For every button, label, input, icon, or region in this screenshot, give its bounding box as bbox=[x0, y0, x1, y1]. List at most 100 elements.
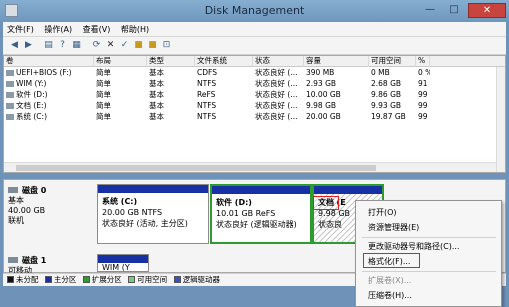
disk-0-label[interactable]: 磁盘 0 基本 40.00 GB 联机 bbox=[8, 186, 92, 226]
partition-c-name: 系统 (C:) bbox=[102, 197, 138, 206]
scroll-thumb[interactable] bbox=[16, 165, 376, 171]
volume-type: 基本 bbox=[149, 112, 164, 121]
volume-capacity: 20.00 GB bbox=[306, 112, 341, 121]
volume-filesystem: NTFS bbox=[197, 79, 217, 88]
partition-d-info: 软件 (D:) 10.01 GB ReFS 状态良好 (逻辑驱动器) bbox=[216, 197, 297, 230]
volume-filesystem: NTFS bbox=[197, 112, 217, 121]
volume-filesystem: CDFS bbox=[197, 68, 217, 77]
volume-type: 基本 bbox=[149, 90, 164, 99]
volume-type: 基本 bbox=[149, 101, 164, 110]
volume-list-vscrollbar[interactable] bbox=[496, 67, 505, 172]
disk-0-status: 联机 bbox=[8, 216, 24, 225]
menu-item-explorer[interactable]: 资源管理器(E) bbox=[368, 222, 419, 234]
back-icon[interactable]: ◀ bbox=[9, 40, 20, 51]
zoom-icon[interactable]: ⊡ bbox=[161, 40, 172, 51]
volume-percent: 91 bbox=[418, 79, 428, 88]
menu-separator bbox=[362, 237, 496, 238]
volume-free: 9.86 GB bbox=[371, 90, 402, 99]
col-volume[interactable]: 卷 bbox=[4, 56, 94, 67]
drive-icon bbox=[6, 114, 14, 120]
volume-row[interactable]: 软件 (D:) 简单 基本 ReFS 状态良好 (... 10.00 GB 9.… bbox=[4, 90, 505, 101]
help-icon[interactable]: ? bbox=[57, 40, 68, 51]
volume-capacity: 2.93 GB bbox=[306, 79, 337, 88]
minimize-button[interactable]: — bbox=[420, 3, 440, 18]
col-layout[interactable]: 布局 bbox=[94, 56, 147, 67]
volume-row[interactable]: UEFI+BIOS (F:) 简单 基本 CDFS 状态良好 (... 390 … bbox=[4, 68, 505, 79]
partition-y[interactable]: WIM (Y bbox=[97, 254, 149, 272]
highlight-format bbox=[363, 253, 420, 268]
folder-open-icon[interactable]: ■ bbox=[133, 40, 144, 51]
col-type[interactable]: 类型 bbox=[147, 56, 195, 67]
legend-swatch-primary bbox=[44, 276, 52, 283]
volume-name: WIM (Y:) bbox=[4, 79, 94, 90]
partition-c[interactable]: 系统 (C:) 20.00 GB NTFS 状态良好 (活动, 主分区) bbox=[97, 184, 209, 244]
title-bar: Disk Management — □ ✕ bbox=[0, 0, 509, 22]
volume-type: 基本 bbox=[149, 68, 164, 77]
legend-unallocated: 未分配 bbox=[16, 275, 39, 284]
maximize-button[interactable]: □ bbox=[444, 3, 464, 18]
volume-percent: 99 bbox=[418, 90, 428, 99]
legend-primary: 主分区 bbox=[53, 275, 77, 284]
legend-free: 可用空间 bbox=[137, 275, 168, 284]
menu-item-open[interactable]: 打开(O) bbox=[368, 207, 397, 219]
menu-action[interactable]: 操作(A) bbox=[40, 22, 76, 37]
toolbar: ◀ ▶ ▤ ? ▦ ⟳ ✕ ✓ ■ ■ ⊡ bbox=[3, 37, 506, 55]
volume-layout: 简单 bbox=[96, 68, 111, 77]
volume-list-hscrollbar[interactable] bbox=[4, 162, 496, 172]
volume-layout: 简单 bbox=[96, 112, 111, 121]
delete-icon[interactable]: ✕ bbox=[105, 40, 116, 51]
partition-d[interactable]: 软件 (D:) 10.01 GB ReFS 状态良好 (逻辑驱动器) bbox=[210, 184, 312, 244]
disk-icon bbox=[8, 187, 18, 193]
drive-icon bbox=[6, 81, 14, 87]
col-free-space[interactable]: 可用空间 bbox=[369, 56, 416, 67]
col-percent[interactable]: % bbox=[416, 56, 430, 67]
legend-swatch-unallocated bbox=[7, 276, 14, 283]
volume-name-text: WIM (Y:) bbox=[16, 79, 47, 88]
volume-filesystem: NTFS bbox=[197, 101, 217, 110]
check-icon[interactable]: ✓ bbox=[119, 40, 130, 51]
volume-free: 19.87 GB bbox=[371, 112, 406, 121]
volume-name: 软件 (D:) bbox=[4, 90, 94, 101]
folder-icon[interactable]: ■ bbox=[147, 40, 158, 51]
menu-view[interactable]: 查看(V) bbox=[79, 22, 115, 37]
refresh-2-icon[interactable]: ⟳ bbox=[91, 40, 102, 51]
legend-logical: 逻辑驱动器 bbox=[182, 275, 221, 284]
volume-name: UEFI+BIOS (F:) bbox=[4, 68, 94, 79]
legend-swatch-free bbox=[128, 276, 136, 283]
partition-band bbox=[98, 185, 208, 193]
highlight-partition-e bbox=[313, 196, 339, 210]
volume-name-text: 软件 (D:) bbox=[16, 90, 48, 99]
volume-layout: 简单 bbox=[96, 90, 111, 99]
col-status[interactable]: 状态 bbox=[253, 56, 304, 67]
col-capacity[interactable]: 容量 bbox=[304, 56, 369, 67]
volume-status: 状态良好 (... bbox=[255, 90, 298, 99]
volume-status: 状态良好 (... bbox=[255, 112, 298, 121]
volume-status: 状态良好 (... bbox=[255, 79, 298, 88]
partition-e-status: 状态良 bbox=[318, 220, 342, 229]
legend-swatch-extended bbox=[82, 276, 90, 283]
forward-icon[interactable]: ▶ bbox=[23, 40, 34, 51]
menu-item-change-drive-letter[interactable]: 更改驱动器号和路径(C)... bbox=[368, 241, 459, 253]
partition-c-status: 状态良好 (活动, 主分区) bbox=[102, 219, 188, 228]
volume-row[interactable]: 系统 (C:) 简单 基本 NTFS 状态良好 (... 20.00 GB 19… bbox=[4, 112, 505, 123]
menu-bar: 文件(F) 操作(A) 查看(V) 帮助(H) bbox=[3, 22, 506, 37]
close-button[interactable]: ✕ bbox=[468, 3, 506, 18]
drive-icon bbox=[6, 103, 14, 109]
properties-icon[interactable]: ▤ bbox=[43, 40, 54, 51]
menu-file[interactable]: 文件(F) bbox=[3, 22, 38, 37]
drive-icon bbox=[6, 70, 14, 76]
volume-name-text: 文档 (E:) bbox=[16, 101, 47, 110]
volume-layout: 简单 bbox=[96, 101, 111, 110]
menu-item-shrink-volume[interactable]: 压缩卷(H)... bbox=[368, 290, 412, 302]
menu-help[interactable]: 帮助(H) bbox=[117, 22, 153, 37]
volume-type: 基本 bbox=[149, 79, 164, 88]
volume-row[interactable]: WIM (Y:) 简单 基本 NTFS 状态良好 (... 2.93 GB 2.… bbox=[4, 79, 505, 90]
col-filesystem[interactable]: 文件系统 bbox=[195, 56, 253, 67]
disk-0-type: 基本 bbox=[8, 196, 24, 205]
partition-band bbox=[314, 186, 382, 194]
volume-list-header: 卷 布局 类型 文件系统 状态 容量 可用空间 % bbox=[4, 56, 505, 67]
volume-name: 系统 (C:) bbox=[4, 112, 94, 123]
volume-capacity: 390 MB bbox=[306, 68, 335, 77]
volume-row[interactable]: 文档 (E:) 简单 基本 NTFS 状态良好 (... 9.98 GB 9.9… bbox=[4, 101, 505, 112]
refresh-icon[interactable]: ▦ bbox=[71, 40, 82, 51]
